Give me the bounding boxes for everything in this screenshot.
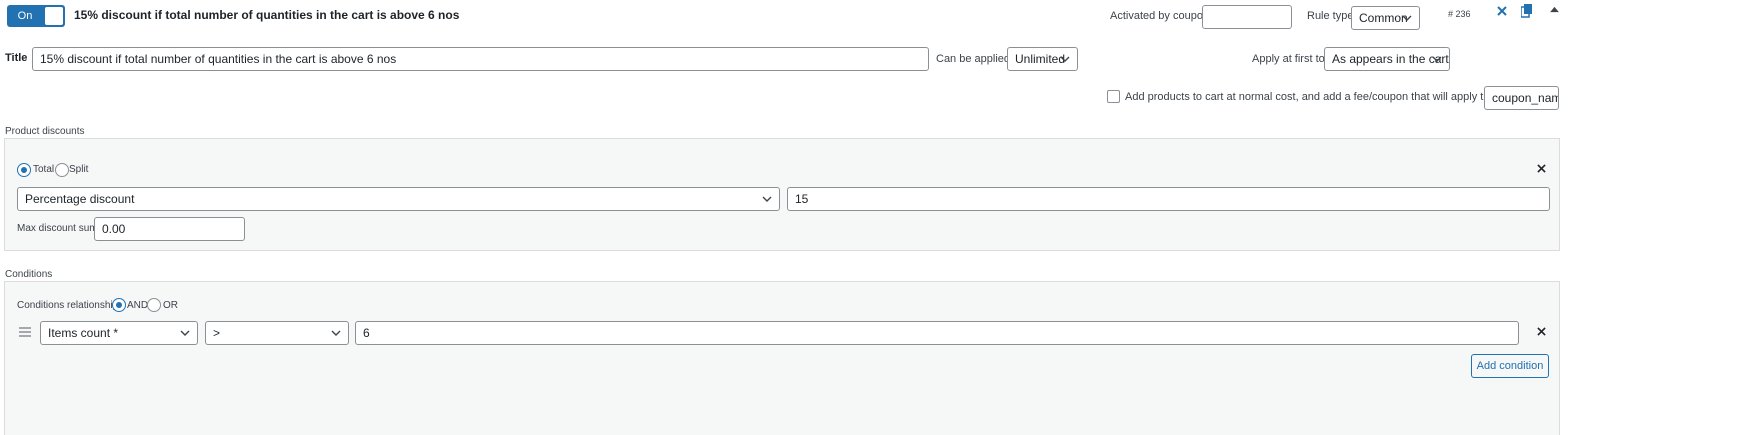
- normal-cost-label: Add products to cart at normal cost, and…: [1125, 91, 1522, 103]
- toggle-label: On: [17, 10, 33, 22]
- condition-operator-select[interactable]: >: [205, 321, 349, 345]
- chevron-down-icon: [1060, 56, 1070, 62]
- condition-field-select[interactable]: Items count *: [40, 321, 198, 345]
- mode-label-total: Total: [33, 164, 55, 175]
- conditions-panel: Conditions relationship AND OR Items cou…: [4, 281, 1560, 435]
- discount-value-input[interactable]: 15: [787, 187, 1550, 211]
- copy-icon[interactable]: [1521, 4, 1533, 18]
- discount-type-value: Percentage discount: [25, 192, 135, 206]
- activated-by-coupon-input[interactable]: [1202, 5, 1292, 29]
- conditions-section-label: Conditions: [5, 269, 53, 280]
- chevron-down-icon: [331, 330, 341, 336]
- add-condition-button[interactable]: Add condition: [1471, 354, 1549, 378]
- max-discount-input[interactable]: 0.00: [94, 217, 245, 241]
- status-toggle[interactable]: On: [7, 5, 65, 27]
- relationship-radio-or[interactable]: [147, 298, 161, 312]
- relationship-label: Conditions relationship: [17, 300, 119, 311]
- condition-value-input[interactable]: 6: [355, 321, 1519, 345]
- drag-handle-icon[interactable]: [19, 327, 31, 337]
- apply-first-label: Apply at first to:: [1252, 53, 1328, 65]
- chevron-down-icon: [1432, 56, 1442, 62]
- condition-operator-value: >: [213, 326, 221, 340]
- mode-radio-total[interactable]: [17, 163, 31, 177]
- chevron-down-icon: [762, 196, 772, 202]
- mode-radio-split[interactable]: [55, 163, 69, 177]
- relationship-label-and: AND: [127, 300, 149, 311]
- rule-id: # 236: [1448, 9, 1471, 19]
- close-icon[interactable]: [1497, 6, 1507, 16]
- close-icon[interactable]: [1537, 327, 1546, 336]
- toggle-knob: [45, 7, 63, 25]
- can-be-applied-select[interactable]: Unlimited: [1007, 47, 1078, 71]
- close-icon[interactable]: [1537, 164, 1546, 173]
- coupon-name-input[interactable]: coupon_name: [1484, 86, 1559, 110]
- collapse-icon[interactable]: [1550, 6, 1559, 13]
- rule-type-value: Common: [1359, 11, 1408, 25]
- rule-type-label: Rule type: [1307, 10, 1354, 22]
- rule-type-select[interactable]: Common: [1351, 6, 1420, 30]
- condition-field-value: Items count *: [48, 326, 119, 340]
- can-be-applied-label: Can be applied:: [936, 53, 1014, 65]
- title-input[interactable]: 15% discount if total number of quantiti…: [32, 47, 929, 71]
- rule-name-heading: 15% discount if total number of quantiti…: [74, 8, 460, 22]
- mode-label-split: Split: [69, 164, 89, 175]
- product-discounts-panel: Total Split Percentage discount 15 Max d…: [4, 138, 1560, 251]
- title-label: Title: [5, 52, 28, 64]
- product-discounts-section-label: Product discounts: [5, 126, 85, 137]
- max-discount-label: Max discount sum:: [17, 223, 101, 234]
- activated-by-coupon-label: Activated by coupon: [1110, 10, 1210, 22]
- discount-type-select[interactable]: Percentage discount: [17, 187, 780, 211]
- normal-cost-checkbox[interactable]: [1107, 90, 1120, 103]
- can-be-applied-value: Unlimited: [1015, 52, 1066, 66]
- chevron-down-icon: [180, 330, 190, 336]
- relationship-radio-and[interactable]: [112, 298, 126, 312]
- apply-first-select[interactable]: As appears in the cart: [1324, 47, 1450, 71]
- relationship-label-or: OR: [163, 300, 178, 311]
- chevron-down-icon: [1402, 15, 1412, 21]
